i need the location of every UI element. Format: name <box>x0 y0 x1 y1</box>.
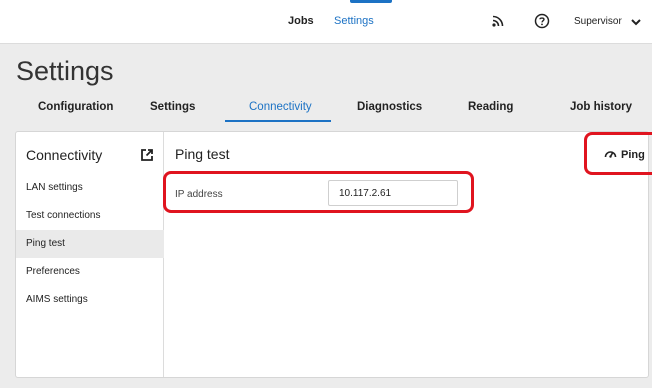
nav-settings-link[interactable]: Settings <box>334 15 374 27</box>
active-tab-indicator <box>225 120 331 122</box>
tab-diagnostics[interactable]: Diagnostics <box>357 101 422 113</box>
tab-connectivity[interactable]: Connectivity <box>249 101 312 113</box>
sidebar-item-lan-settings[interactable]: LAN settings <box>16 174 164 202</box>
sidebar-item-test-connections[interactable]: Test connections <box>16 202 164 230</box>
sidebar: Connectivity LAN settings Test connectio… <box>16 132 164 377</box>
gauge-icon <box>604 148 617 162</box>
content-title: Ping test <box>175 146 230 162</box>
ping-button[interactable]: Ping <box>604 146 645 164</box>
sidebar-item-ping-test[interactable]: Ping test <box>16 230 164 258</box>
tab-settings[interactable]: Settings <box>150 101 195 113</box>
nav-jobs-link[interactable]: Jobs <box>288 15 314 27</box>
external-link-icon[interactable] <box>140 148 154 162</box>
tab-configuration[interactable]: Configuration <box>38 101 113 113</box>
help-icon[interactable] <box>532 11 552 31</box>
ip-address-field[interactable] <box>328 180 458 206</box>
sidebar-item-aims-settings[interactable]: AIMS settings <box>16 286 164 314</box>
rss-icon[interactable] <box>488 11 508 31</box>
tab-bar: Configuration Settings Connectivity Diag… <box>0 96 652 124</box>
sidebar-title: Connectivity <box>26 147 103 163</box>
user-menu-label[interactable]: Supervisor <box>574 16 622 27</box>
tab-reading[interactable]: Reading <box>468 101 513 113</box>
page-title: Settings <box>16 56 114 86</box>
active-nav-indicator <box>350 0 392 3</box>
connectivity-panel: Connectivity LAN settings Test connectio… <box>15 131 649 378</box>
tab-job-history[interactable]: Job history <box>570 101 632 113</box>
ip-address-label: IP address <box>175 189 223 200</box>
sidebar-item-preferences[interactable]: Preferences <box>16 258 164 286</box>
ping-button-label: Ping <box>621 149 645 161</box>
chevron-down-icon[interactable] <box>630 15 642 27</box>
top-nav-bar: Jobs Settings Supervisor <box>0 0 652 44</box>
